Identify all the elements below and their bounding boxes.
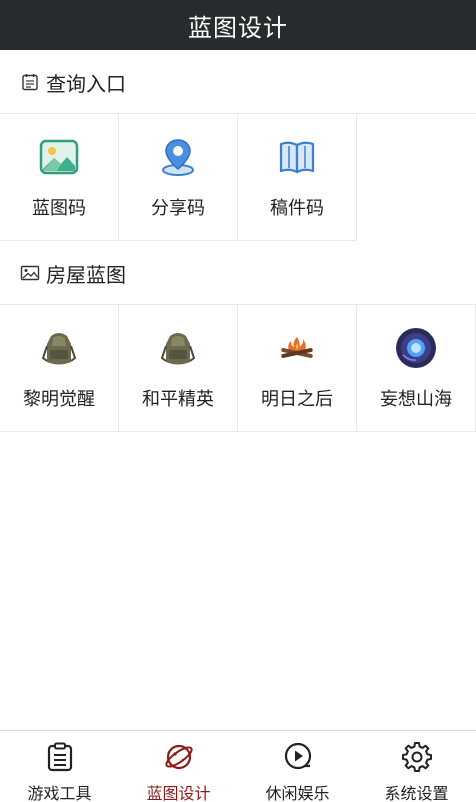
book-icon [276, 136, 318, 178]
grid-item-share-code[interactable]: 分享码 [119, 114, 238, 241]
tab-label: 蓝图设计 [146, 784, 211, 802]
grid-item-label: 蓝图码 [32, 198, 86, 219]
tab-system-settings[interactable]: 系统设置 [357, 731, 476, 802]
page-title: 蓝图设计 [188, 13, 288, 42]
blue-orb-icon [395, 327, 437, 369]
grid-item-game-1[interactable]: 黎明觉醒 [0, 305, 119, 432]
picture-icon [20, 263, 40, 283]
grid-item-label: 和平精英 [142, 389, 214, 410]
planet-icon [164, 742, 194, 772]
backpack-icon [157, 327, 199, 369]
grid-item-label: 稿件码 [270, 198, 324, 219]
grid-item-label: 明日之后 [261, 389, 333, 410]
location-pin-icon [157, 136, 199, 178]
tab-label: 游戏工具 [27, 784, 92, 802]
gear-icon [401, 742, 432, 772]
grid-item-game-3[interactable]: 明日之后 [238, 305, 357, 432]
play-circle-icon [283, 742, 313, 772]
section-header-house-blueprint: 房屋蓝图 [0, 242, 476, 304]
grid-empty-cell [357, 114, 476, 241]
backpack-icon [38, 327, 80, 369]
tab-label: 系统设置 [384, 784, 449, 802]
grid-item-label: 妄想山海 [380, 389, 452, 410]
bottom-tab-bar: 游戏工具 蓝图设计 休闲娱乐 系统设置 [0, 730, 476, 802]
top-bar: 蓝图设计 [0, 0, 476, 50]
tab-blueprint-design[interactable]: 蓝图设计 [119, 731, 238, 802]
grid-item-game-2[interactable]: 和平精英 [119, 305, 238, 432]
clipboard-list-icon [45, 742, 75, 772]
calendar-note-icon [20, 72, 40, 92]
tab-leisure[interactable]: 休闲娱乐 [238, 731, 357, 802]
image-icon [38, 136, 80, 178]
grid-item-game-4[interactable]: 妄想山海 [357, 305, 476, 432]
grid-item-blueprint-code[interactable]: 蓝图码 [0, 114, 119, 241]
blueprint-grid: 黎明觉醒 和平精英 明日之后 妄想山海 [0, 305, 476, 433]
tab-game-tools[interactable]: 游戏工具 [0, 731, 119, 802]
query-grid: 蓝图码 分享码 稿件码 [0, 114, 476, 242]
tab-label: 休闲娱乐 [265, 784, 330, 802]
campfire-icon [276, 327, 318, 369]
section-title: 查询入口 [46, 71, 126, 96]
grid-item-label: 分享码 [151, 198, 205, 219]
section-header-query: 查询入口 [0, 51, 476, 113]
section-title: 房屋蓝图 [46, 262, 126, 287]
grid-item-manuscript-code[interactable]: 稿件码 [238, 114, 357, 241]
grid-item-label: 黎明觉醒 [23, 389, 95, 410]
